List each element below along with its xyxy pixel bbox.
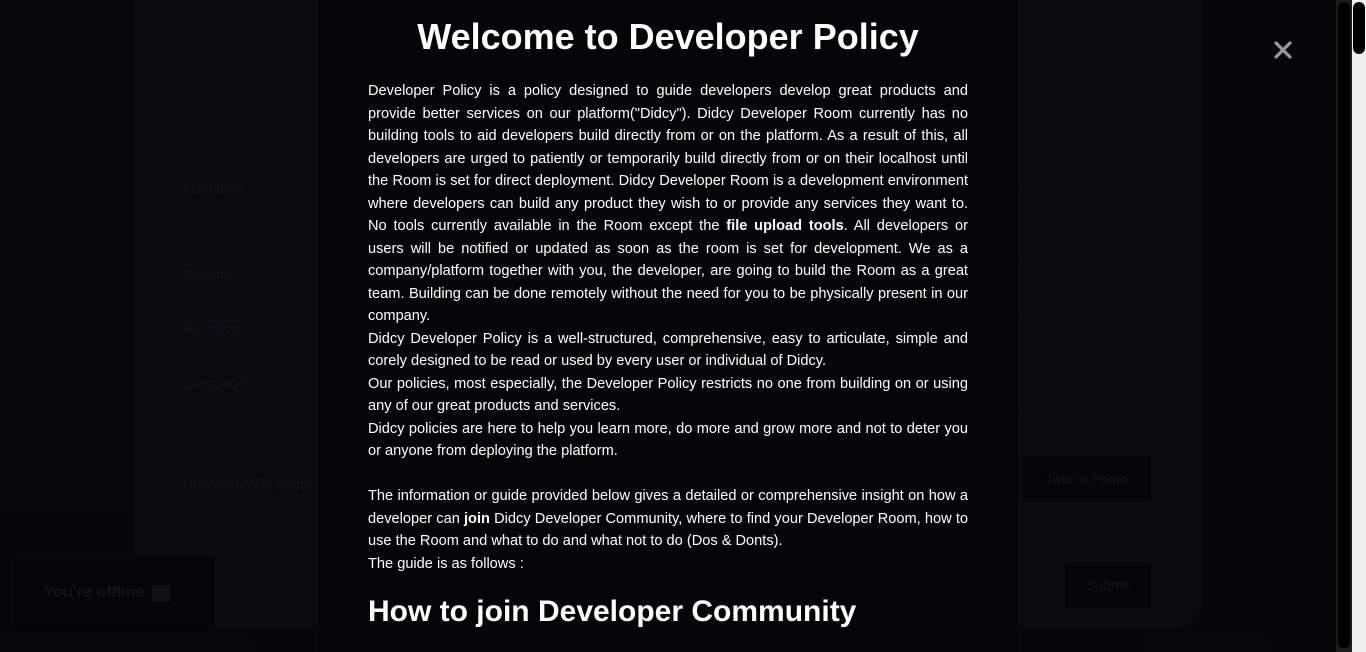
bold-text: file upload tools (726, 218, 844, 234)
section-heading: How to join Developer Community (368, 595, 857, 628)
developer-policy-modal: Welcome to Developer Policy Developer Po… (318, 0, 1018, 652)
screen: Institution Country Password Language Ch… (0, 0, 1366, 652)
modal-scrollbar-thumb[interactable] (1338, 2, 1350, 648)
modal-body: Developer Policy is a policy designed to… (368, 80, 968, 575)
policy-paragraph: Developer Policy is a policy designed to… (368, 80, 968, 328)
policy-paragraph: The guide is as follows : (368, 555, 524, 572)
policy-paragraph: Our policies, most especially, the Devel… (368, 375, 968, 415)
close-icon (1274, 41, 1292, 59)
page-scrollbar[interactable] (1352, 0, 1366, 652)
modal-title: Welcome to Developer Policy (417, 16, 919, 57)
policy-paragraph: The information or guide provided below … (368, 485, 968, 553)
page-scrollbar-thumb[interactable] (1353, 2, 1365, 54)
close-button[interactable] (1270, 37, 1296, 63)
policy-paragraph: Didcy policies are here to help you lear… (368, 420, 968, 460)
paragraph-text: Developer Policy is a policy designed to… (368, 83, 968, 234)
policy-paragraph: Didcy Developer Policy is a well-structu… (368, 330, 968, 370)
bold-text: join (464, 510, 490, 527)
